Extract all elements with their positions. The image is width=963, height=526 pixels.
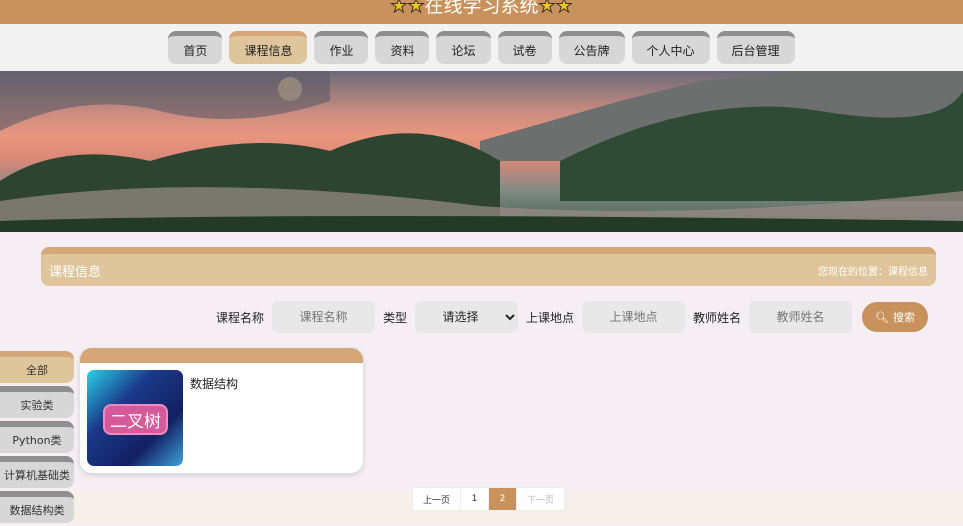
category-item[interactable]: 计算机基础类 <box>0 456 74 488</box>
nav-home[interactable]: 首页 <box>168 31 223 64</box>
search-button-label: 搜索 <box>892 312 915 324</box>
category-all[interactable]: 全部 <box>0 351 74 383</box>
next-page-button[interactable]: 下一页 <box>517 488 565 510</box>
main-nav: 首页 课程信息 作业 资料 论坛 试卷 公告牌 个人中心 后台管理 <box>0 24 963 71</box>
category-item[interactable]: Python类 <box>0 421 74 453</box>
course-name-label: 课程名称 <box>215 310 264 325</box>
page-2-button[interactable]: 2 <box>489 488 517 510</box>
star-icon: ★★ <box>538 0 573 17</box>
site-header: ★★在线学习系统★★ <box>0 0 963 24</box>
nav-forum[interactable]: 论坛 <box>436 31 491 64</box>
search-bar: 课程名称 类型 请选择 上课地点 教师姓名 🔍︎搜索 <box>216 301 928 333</box>
star-icon: ★★ <box>390 0 425 17</box>
nav-exams[interactable]: 试卷 <box>497 31 552 64</box>
location-label: 上课地点 <box>525 310 574 325</box>
search-button[interactable]: 🔍︎ 搜索 <box>862 302 928 332</box>
nav-course-info[interactable]: 课程信息 <box>229 31 308 64</box>
pagination: 上一页 1 2 下一页 <box>412 487 566 511</box>
nav-notice-board[interactable]: 公告牌 <box>558 31 625 64</box>
category-item[interactable]: 数据结构类 <box>0 491 74 523</box>
breadcrumb: 您现在的位置：课程信息 <box>818 266 928 278</box>
section-title: 课程信息 <box>49 264 102 280</box>
course-name[interactable]: 数据结构 <box>190 375 238 392</box>
nav-materials[interactable]: 资料 <box>375 31 430 64</box>
nav-homework[interactable]: 作业 <box>314 31 369 64</box>
banner-image <box>0 71 963 232</box>
type-select[interactable]: 请选择 <box>414 301 518 333</box>
prev-page-button[interactable]: 上一页 <box>413 488 461 510</box>
course-card[interactable]: 二叉树 数据结构 <box>80 348 363 473</box>
page-1-button[interactable]: 1 <box>461 488 489 510</box>
section-header: 课程信息 您现在的位置：课程信息 <box>41 247 936 286</box>
teacher-input[interactable] <box>749 301 852 333</box>
search-icon: 🔍︎ <box>875 311 889 324</box>
site-title: 在线学习系统 <box>424 0 539 17</box>
category-item[interactable]: 实验类 <box>0 386 74 418</box>
location-input[interactable] <box>581 301 685 333</box>
nav-profile[interactable]: 个人中心 <box>631 31 710 64</box>
course-name-input[interactable] <box>271 301 375 333</box>
course-thumbnail[interactable]: 二叉树 <box>87 370 183 466</box>
teacher-label: 教师姓名 <box>692 310 741 325</box>
nav-admin[interactable]: 后台管理 <box>716 31 795 64</box>
thumbnail-text: 二叉树 <box>105 406 166 433</box>
type-label: 类型 <box>382 310 407 325</box>
category-sidebar: 全部 实验类 Python类 计算机基础类 数据结构类 <box>0 351 74 526</box>
